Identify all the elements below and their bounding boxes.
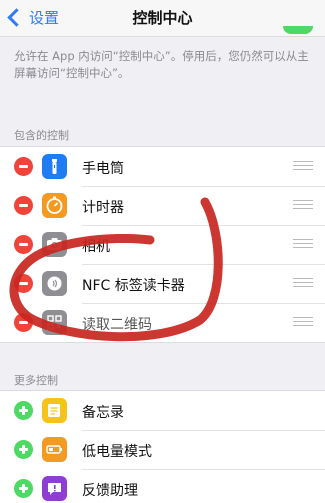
list-item[interactable]: 反馈助理 [0,469,325,503]
list-item[interactable]: 相机 [0,225,325,264]
control-center-settings-screen: 设置 控制中心 允许在 App 内访问“控制中心”。停用后，您仍然可以从主屏幕访… [0,0,325,503]
remove-button[interactable] [14,157,33,176]
reorder-handle-icon[interactable] [293,200,313,211]
included-controls-header: 包含的控制 [14,129,69,142]
control-label: 低电量模式 [82,444,152,460]
control-label: 读取二维码 [82,317,152,333]
add-button[interactable] [14,479,33,498]
access-within-apps-toggle[interactable] [283,26,313,34]
reorder-handle-icon[interactable] [293,239,313,250]
list-item[interactable]: 备忘录 [0,391,325,430]
navigation-bar: 设置 控制中心 [0,0,325,37]
remove-button[interactable] [14,274,33,293]
add-button[interactable] [14,401,33,420]
remove-button[interactable] [14,313,33,332]
list-item[interactable]: 手电筒 [0,147,325,186]
reorder-handle-icon[interactable] [293,278,313,289]
remove-button[interactable] [14,235,33,254]
control-label: NFC 标签读卡器 [82,278,185,294]
control-label: 反馈助理 [82,483,138,499]
list-item[interactable]: 低电量模式 [0,430,325,469]
control-label: 计时器 [82,200,124,216]
remove-button[interactable] [14,196,33,215]
camera-icon [42,232,67,257]
list-item[interactable]: 计时器 [0,186,325,225]
timer-icon [42,193,67,218]
reorder-handle-icon[interactable] [293,317,313,328]
control-label: 备忘录 [82,405,124,421]
battery-icon [42,437,67,462]
access-description: 允许在 App 内访问“控制中心”。停用后，您仍然可以从主屏幕访问“控制中心”。 [14,49,309,80]
control-label: 相机 [82,239,110,255]
nfc-icon [42,271,67,296]
page-title: 控制中心 [132,9,193,27]
control-label: 手电筒 [82,161,124,177]
included-controls-list: 手电筒 计时器 相机 NFC 标签读卡器 读取二维码 [0,146,325,343]
more-controls-list: 备忘录 低电量模式 反馈助理 [0,390,325,503]
list-item[interactable]: 读取二维码 [0,303,325,342]
flashlight-icon [42,154,67,179]
feedback-icon [42,476,67,501]
more-controls-header: 更多控制 [14,374,58,387]
notes-icon [42,398,67,423]
qr-code-icon [42,310,67,335]
reorder-handle-icon[interactable] [293,161,313,172]
add-button[interactable] [14,440,33,459]
list-item[interactable]: NFC 标签读卡器 [0,264,325,303]
